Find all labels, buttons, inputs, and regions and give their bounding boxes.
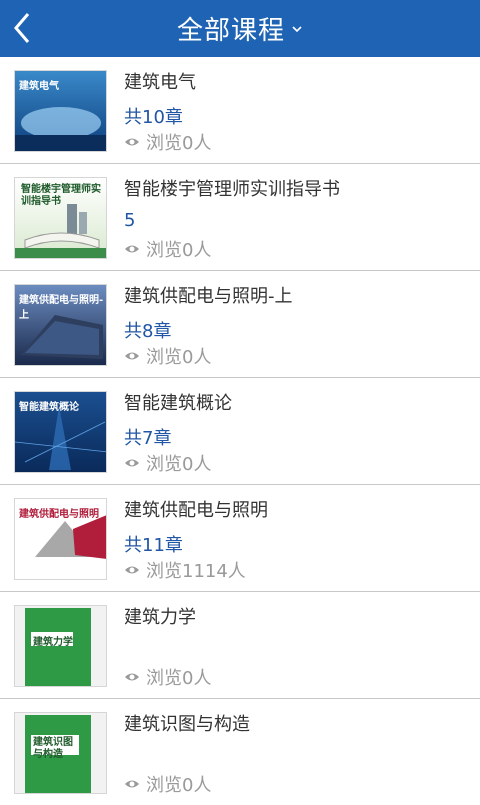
course-thumbnail: 建筑力学	[14, 605, 107, 687]
eye-icon	[125, 673, 139, 681]
course-item[interactable]: 建筑供配电与照明 建筑供配电与照明 共11章 浏览1114人	[0, 485, 480, 592]
chevron-down-icon	[292, 25, 302, 32]
view-text: 浏览0人	[146, 668, 212, 689]
chapter-count: 共11章	[124, 535, 183, 556]
view-count: 浏览0人	[124, 664, 211, 690]
eye-icon	[125, 352, 139, 360]
chapter-count: 共10章	[124, 107, 183, 128]
view-text: 浏览1114人	[146, 561, 246, 582]
course-thumbnail: 建筑供配电与照明-上	[14, 284, 107, 366]
view-text: 浏览0人	[146, 240, 212, 261]
view-count: 浏览0人	[124, 343, 211, 369]
course-item[interactable]: 智能楼宇管理师实训指导书 智能楼宇管理师实训指导书 5 浏览0人	[0, 164, 480, 271]
page-title: 全部课程	[176, 16, 285, 46]
eye-icon	[125, 780, 139, 788]
course-thumbnail: 建筑供配电与照明	[14, 498, 107, 580]
title-dropdown[interactable]: 全部课程	[177, 10, 303, 47]
back-chevron-icon[interactable]	[8, 10, 40, 46]
view-text: 浏览0人	[146, 347, 212, 368]
course-title: 建筑力学	[124, 607, 196, 628]
eye-icon	[125, 245, 139, 253]
course-thumbnail: 建筑识图与构造	[14, 712, 107, 794]
view-count: 浏览0人	[124, 771, 211, 797]
course-title: 建筑供配电与照明	[124, 500, 268, 521]
view-text: 浏览0人	[146, 775, 212, 796]
course-title: 智能楼宇管理师实训指导书	[124, 179, 340, 200]
course-item[interactable]: 建筑供配电与照明-上 建筑供配电与照明-上 共8章 浏览0人	[0, 271, 480, 378]
view-count: 浏览0人	[124, 236, 211, 262]
course-thumbnail: 智能建筑概论	[14, 391, 107, 473]
eye-icon	[125, 138, 139, 146]
course-item[interactable]: 建筑识图与构造 建筑识图与构造 浏览0人	[0, 699, 480, 805]
course-title: 建筑供配电与照明-上	[124, 286, 293, 307]
course-title: 建筑电气	[124, 72, 196, 93]
app-header: 全部课程	[0, 0, 480, 57]
course-item[interactable]: 智能建筑概论 智能建筑概论 共7章 浏览0人	[0, 378, 480, 485]
thumbnail-caption: 建筑识图与构造	[33, 737, 73, 760]
course-thumbnail: 智能楼宇管理师实训指导书	[14, 177, 107, 259]
course-title: 智能建筑概论	[124, 393, 232, 414]
course-list: 建筑电气 建筑电气 共10章 浏览0人 智能楼宇管理师实训指导书 智能楼宇管理师…	[0, 57, 480, 805]
eye-icon	[125, 459, 139, 467]
thumbnail-caption: 建筑力学	[33, 637, 73, 648]
view-text: 浏览0人	[146, 454, 212, 475]
chapter-count: 5	[124, 210, 136, 231]
course-item[interactable]: 建筑力学 建筑力学 浏览0人	[0, 592, 480, 699]
chapter-count: 共7章	[124, 428, 172, 449]
view-count: 浏览0人	[124, 129, 211, 155]
course-title: 建筑识图与构造	[124, 714, 250, 735]
eye-icon	[125, 566, 139, 574]
course-item[interactable]: 建筑电气 建筑电气 共10章 浏览0人	[0, 57, 480, 164]
view-count: 浏览1114人	[124, 557, 246, 583]
chapter-count: 共8章	[124, 321, 172, 342]
view-text: 浏览0人	[146, 133, 212, 154]
course-thumbnail: 建筑电气	[14, 70, 107, 152]
view-count: 浏览0人	[124, 450, 211, 476]
